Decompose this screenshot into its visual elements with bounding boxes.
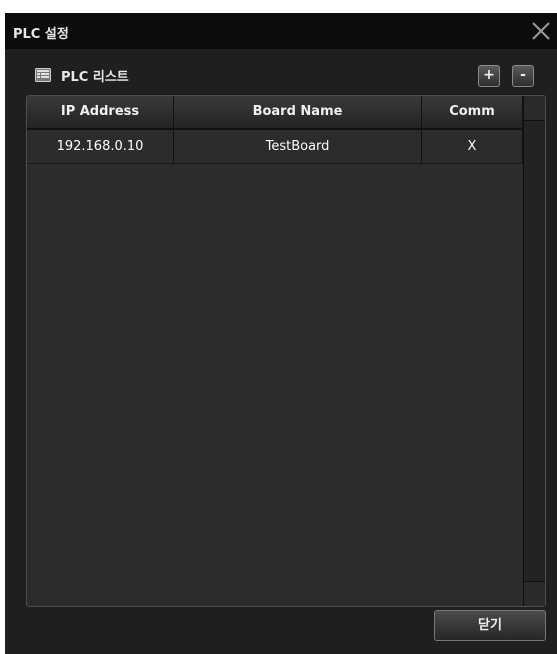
cell-ip-address: 192.168.0.10 (27, 130, 174, 163)
column-header-ip-address[interactable]: IP Address (27, 96, 174, 128)
title-bar: PLC 설정 (5, 13, 557, 49)
table-row[interactable]: 192.168.0.10 TestBoard X (27, 130, 523, 164)
plc-list-title: PLC 리스트 (61, 70, 129, 85)
vertical-scrollbar[interactable] (523, 96, 545, 606)
cell-board-name: TestBoard (174, 130, 422, 163)
close-window-button[interactable] (523, 13, 557, 49)
plc-table: IP Address Board Name Comm 192.168.0.10 … (26, 95, 546, 607)
plc-settings-dialog: PLC 설정 PLC 리스트 + - IP Address Board Name… (5, 13, 557, 654)
scroll-up-button[interactable] (524, 96, 545, 121)
close-button[interactable]: 닫기 (434, 610, 546, 641)
column-header-board-name[interactable]: Board Name (174, 96, 422, 128)
table-header: IP Address Board Name Comm (27, 96, 523, 130)
window-title: PLC 설정 (13, 27, 69, 42)
scroll-down-button[interactable] (524, 581, 545, 606)
close-icon (532, 22, 550, 40)
column-header-comm[interactable]: Comm (422, 96, 523, 128)
list-icon (35, 68, 51, 82)
add-plc-button[interactable]: + (478, 65, 500, 87)
cell-comm: X (422, 130, 523, 163)
plc-list-header: PLC 리스트 + - (5, 53, 557, 95)
remove-plc-button[interactable]: - (512, 65, 534, 87)
